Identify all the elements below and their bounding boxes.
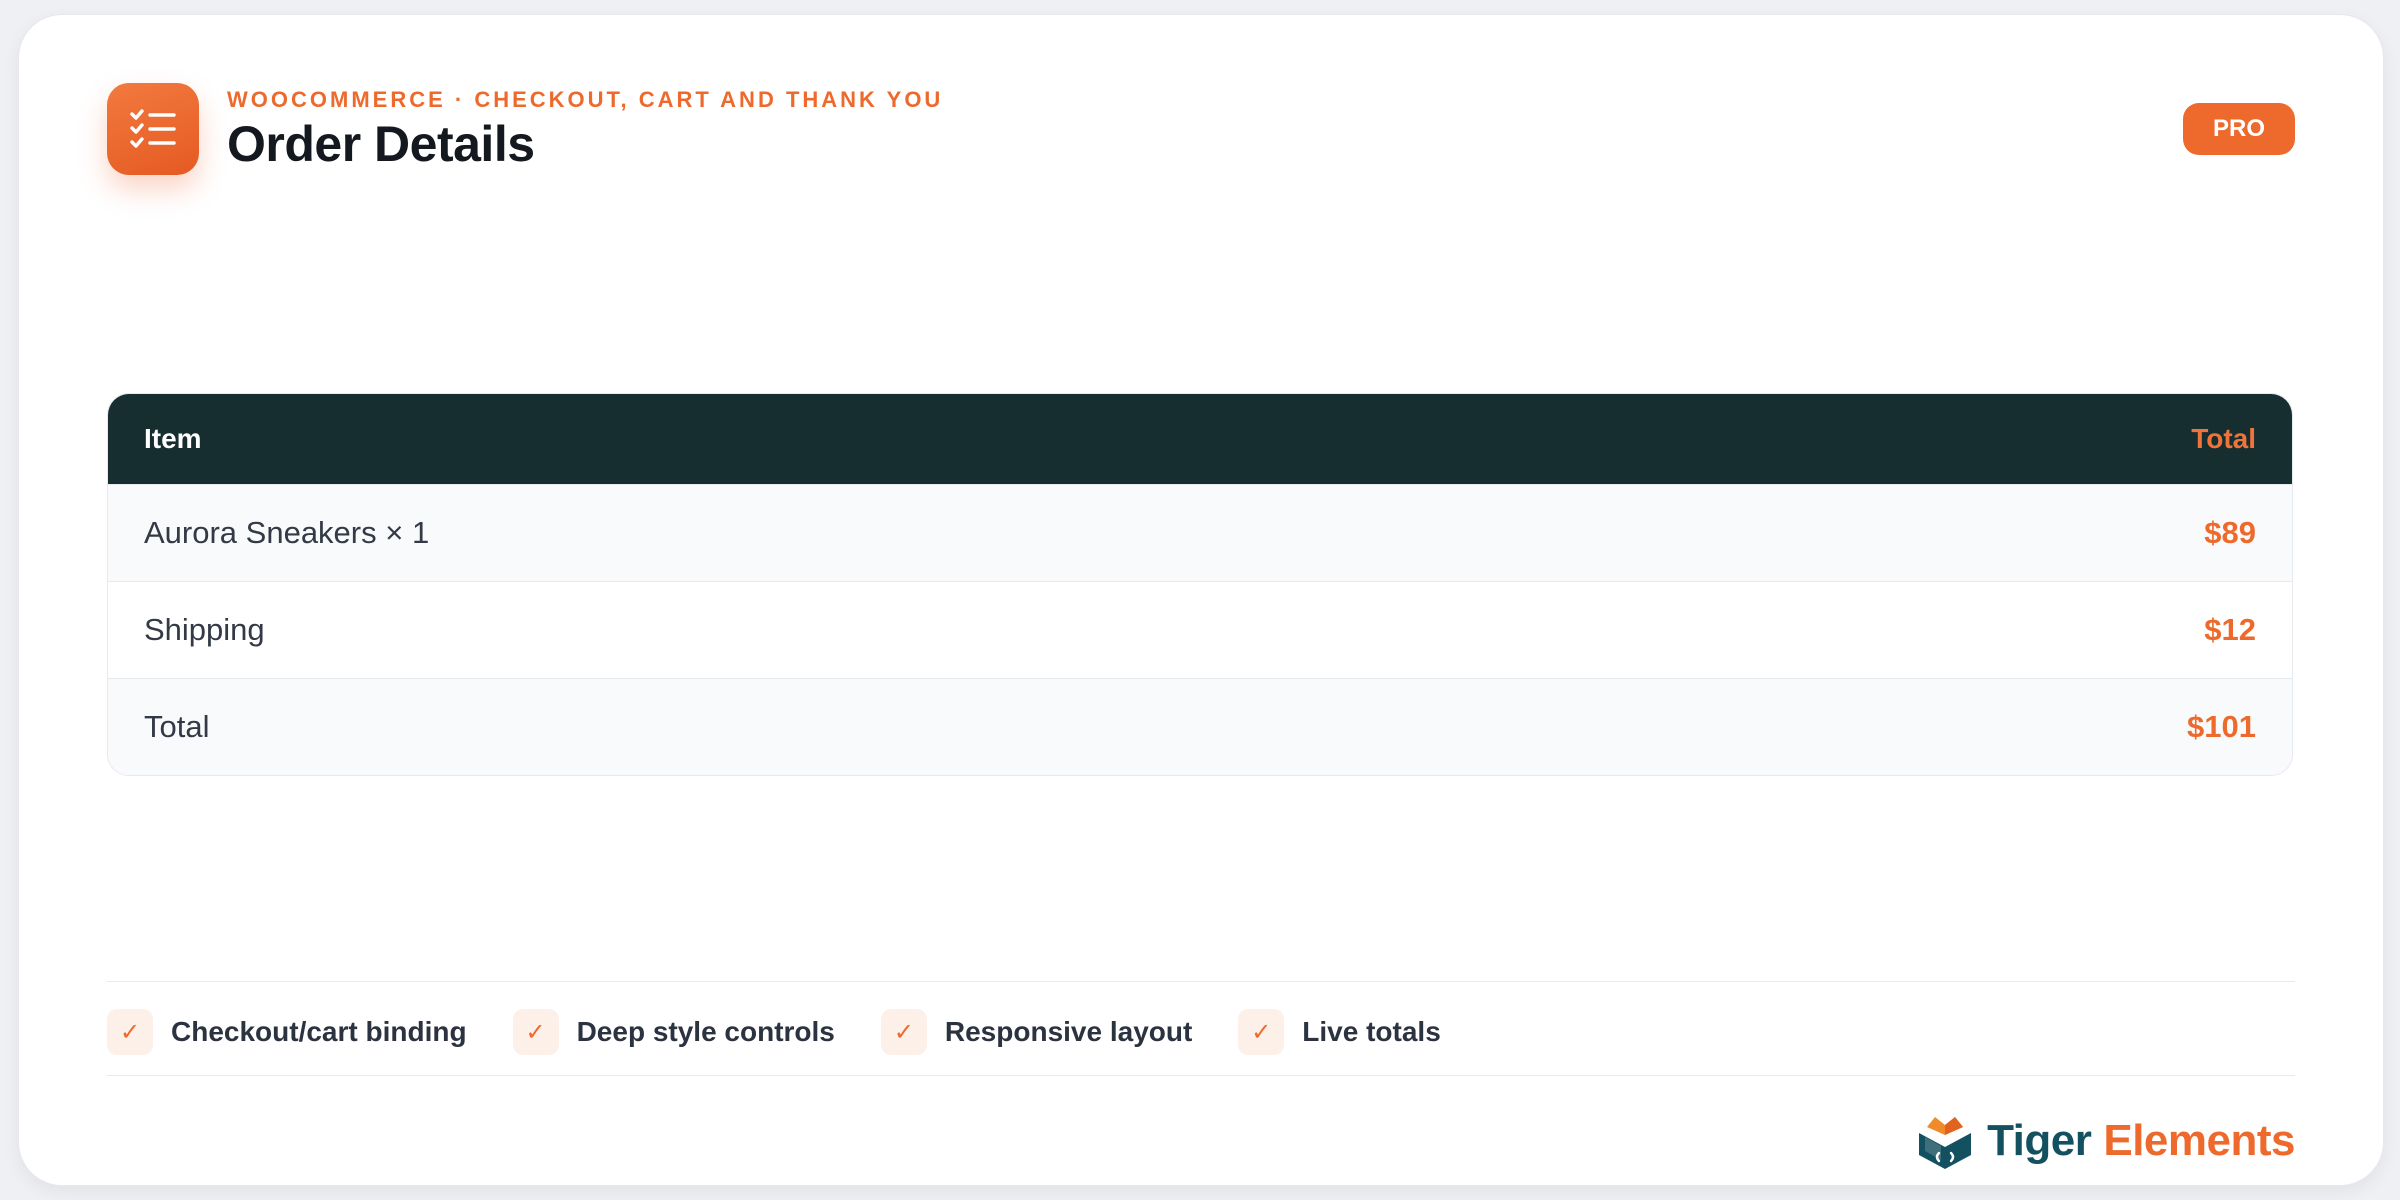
feature-label: Checkout/cart binding (171, 1016, 467, 1047)
order-details-table: Item Total Aurora Sneakers × 1 $89 Shipp… (107, 393, 2293, 776)
brand-logo: Tiger Elements (1915, 1109, 2295, 1173)
row-value: $101 (2187, 709, 2256, 744)
feature-item: ✓ Responsive layout (880, 1009, 1193, 1055)
check-icon: ✓ (107, 1009, 153, 1055)
brand-name-primary: Tiger (1987, 1116, 2092, 1165)
features-divider-bottom (107, 1075, 2295, 1076)
table-row-product: Aurora Sneakers × 1 $89 (108, 484, 2292, 581)
category-eyebrow: WOOCOMMERCE · CHECKOUT, CART AND THANK Y… (227, 87, 944, 112)
check-icon: ✓ (1238, 1009, 1285, 1055)
feature-item: ✓ Live totals (1238, 1009, 1441, 1055)
feature-label: Responsive layout (944, 1016, 1193, 1047)
check-icon: ✓ (880, 1009, 927, 1055)
tiger-logo-icon (1919, 1117, 1972, 1169)
checklist-icon (107, 83, 199, 175)
feature-label: Deep style controls (576, 1016, 835, 1047)
features-divider-top (107, 981, 2295, 982)
column-header-item: Item (144, 423, 202, 454)
table-header: Item Total (108, 394, 2292, 484)
page-title: Order Details (227, 116, 535, 172)
feature-label: Live totals (1302, 1016, 1441, 1047)
row-label: Total (144, 709, 210, 744)
feature-item: ✓ Deep style controls (512, 1009, 835, 1055)
check-icon: ✓ (512, 1009, 559, 1055)
table-row-shipping: Shipping $12 (108, 581, 2292, 678)
column-header-total: Total (2191, 423, 2256, 454)
brand-name-secondary: Elements (2103, 1116, 2295, 1165)
row-label: Shipping (144, 612, 265, 647)
row-value: $12 (2204, 612, 2256, 647)
feature-card: WOOCOMMERCE · CHECKOUT, CART AND THANK Y… (18, 14, 2384, 1186)
row-value: $89 (2204, 515, 2256, 550)
pro-badge: PRO (2183, 103, 2295, 155)
feature-item: ✓ Checkout/cart binding (107, 1009, 467, 1055)
table-row-total: Total $101 (108, 678, 2292, 775)
feature-list: ✓ Checkout/cart binding ✓ Deep style con… (107, 1007, 1487, 1057)
row-label: Aurora Sneakers × 1 (144, 515, 430, 550)
